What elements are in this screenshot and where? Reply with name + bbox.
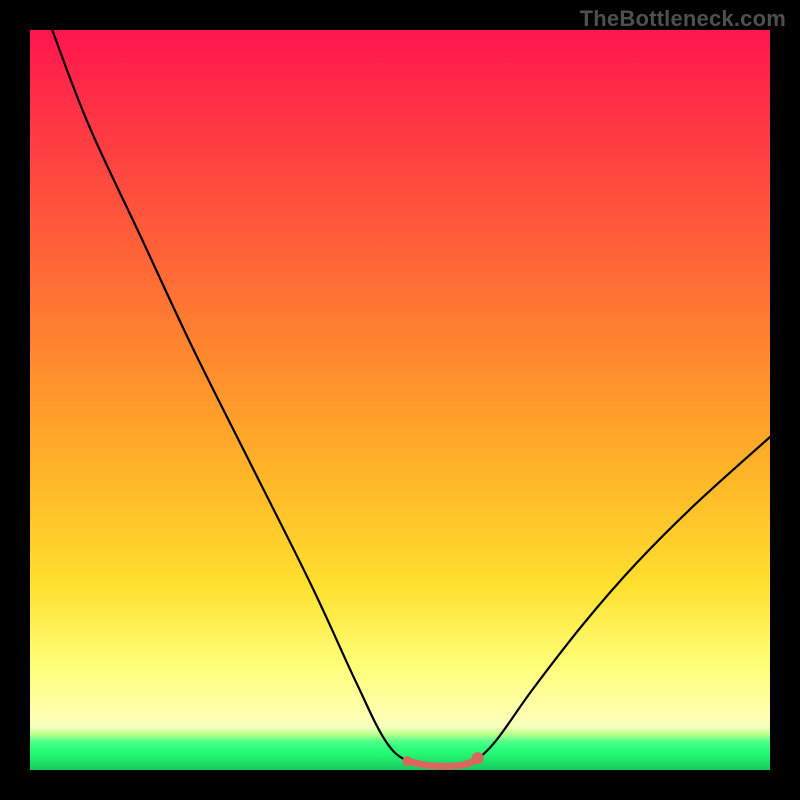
- chart-frame: TheBottleneck.com: [0, 0, 800, 800]
- watermark-text: TheBottleneck.com: [580, 6, 786, 32]
- marker-0: [402, 756, 412, 766]
- plot-area: [30, 30, 770, 770]
- series-bottleneck-curve: [52, 30, 770, 766]
- curve-layer: [30, 30, 770, 770]
- marker-1: [472, 752, 484, 764]
- series-flat-highlight-segment: [407, 761, 474, 766]
